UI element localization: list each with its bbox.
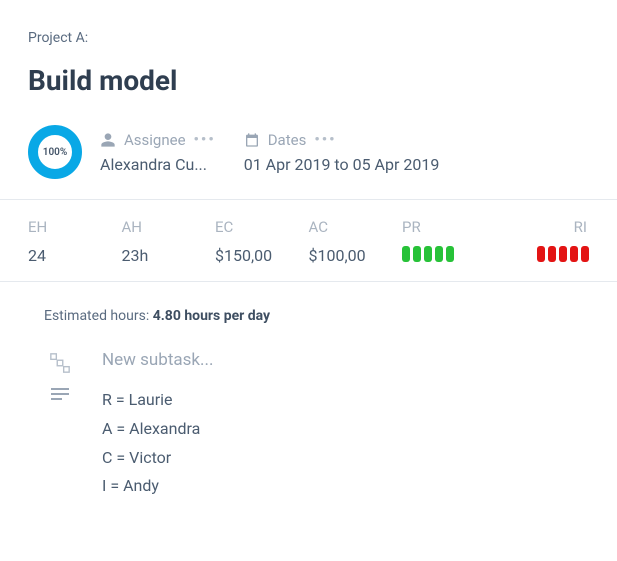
metrics-row: EH 24 AH 23h EC $150,00 AC $100,00 PR [0, 199, 617, 282]
estimated-suffix: hours per day [184, 308, 270, 324]
metric-ac: AC $100,00 [309, 218, 403, 265]
metric-ah-value: 23h [122, 246, 216, 265]
bar-icon [435, 246, 443, 262]
person-icon [100, 132, 116, 148]
dates-value[interactable]: 01 Apr 2019 to 05 Apr 2019 [244, 155, 440, 174]
new-subtask-input[interactable]: New subtask... [102, 350, 213, 370]
metric-ah: AH 23h [122, 218, 216, 265]
assignee-more-button[interactable]: ••• [194, 132, 216, 147]
progress-ring[interactable]: 100% [28, 125, 82, 179]
bar-icon [402, 246, 410, 262]
dates-block: Dates ••• 01 Apr 2019 to 05 Apr 2019 [244, 131, 440, 174]
metric-pr: PR [402, 218, 496, 265]
bar-icon [537, 246, 545, 262]
bar-icon [570, 246, 578, 262]
estimated-hours-line: Estimated hours: 4.80 hours per day [44, 308, 589, 324]
raci-i: I = Andy [102, 472, 200, 501]
metric-ec: EC $150,00 [215, 218, 309, 265]
metric-ac-label: AC [309, 218, 403, 236]
metric-ac-value: $100,00 [309, 246, 403, 265]
meta-row: 100% Assignee ••• Alexandra Cu... Dates … [28, 125, 589, 179]
estimated-label: Estimated hours: [44, 308, 153, 324]
project-label: Project A: [28, 30, 589, 46]
task-title[interactable]: Build model [28, 64, 589, 97]
dates-more-button[interactable]: ••• [314, 132, 336, 147]
metric-eh-value: 24 [28, 246, 122, 265]
priority-bars[interactable] [402, 246, 496, 262]
assignee-block: Assignee ••• Alexandra Cu... [100, 131, 216, 174]
estimated-value: 4.80 [153, 308, 181, 324]
bar-icon [581, 246, 589, 262]
metric-pr-label: PR [402, 218, 496, 236]
assignee-label: Assignee [124, 131, 186, 149]
bar-icon [446, 246, 454, 262]
bar-icon [424, 246, 432, 262]
raci-c: C = Victor [102, 444, 200, 473]
metric-eh: EH 24 [28, 218, 122, 265]
bar-icon [413, 246, 421, 262]
bar-icon [559, 246, 567, 262]
metric-ec-value: $150,00 [215, 246, 309, 265]
description-icon [48, 386, 72, 402]
calendar-icon [244, 132, 260, 148]
metric-ah-label: AH [122, 218, 216, 236]
metric-ri-label: RI [496, 218, 590, 236]
metric-eh-label: EH [28, 218, 122, 236]
risk-bars[interactable] [496, 246, 590, 262]
subtask-tree-icon [48, 350, 72, 374]
metric-ec-label: EC [215, 218, 309, 236]
progress-percent: 100% [43, 147, 68, 158]
metric-ri: RI [496, 218, 590, 265]
bar-icon [548, 246, 556, 262]
raci-r: R = Laurie [102, 386, 200, 415]
raci-a: A = Alexandra [102, 415, 200, 444]
description-text[interactable]: R = Laurie A = Alexandra C = Victor I = … [102, 386, 200, 501]
dates-label: Dates [268, 131, 307, 149]
assignee-value[interactable]: Alexandra Cu... [100, 155, 216, 174]
